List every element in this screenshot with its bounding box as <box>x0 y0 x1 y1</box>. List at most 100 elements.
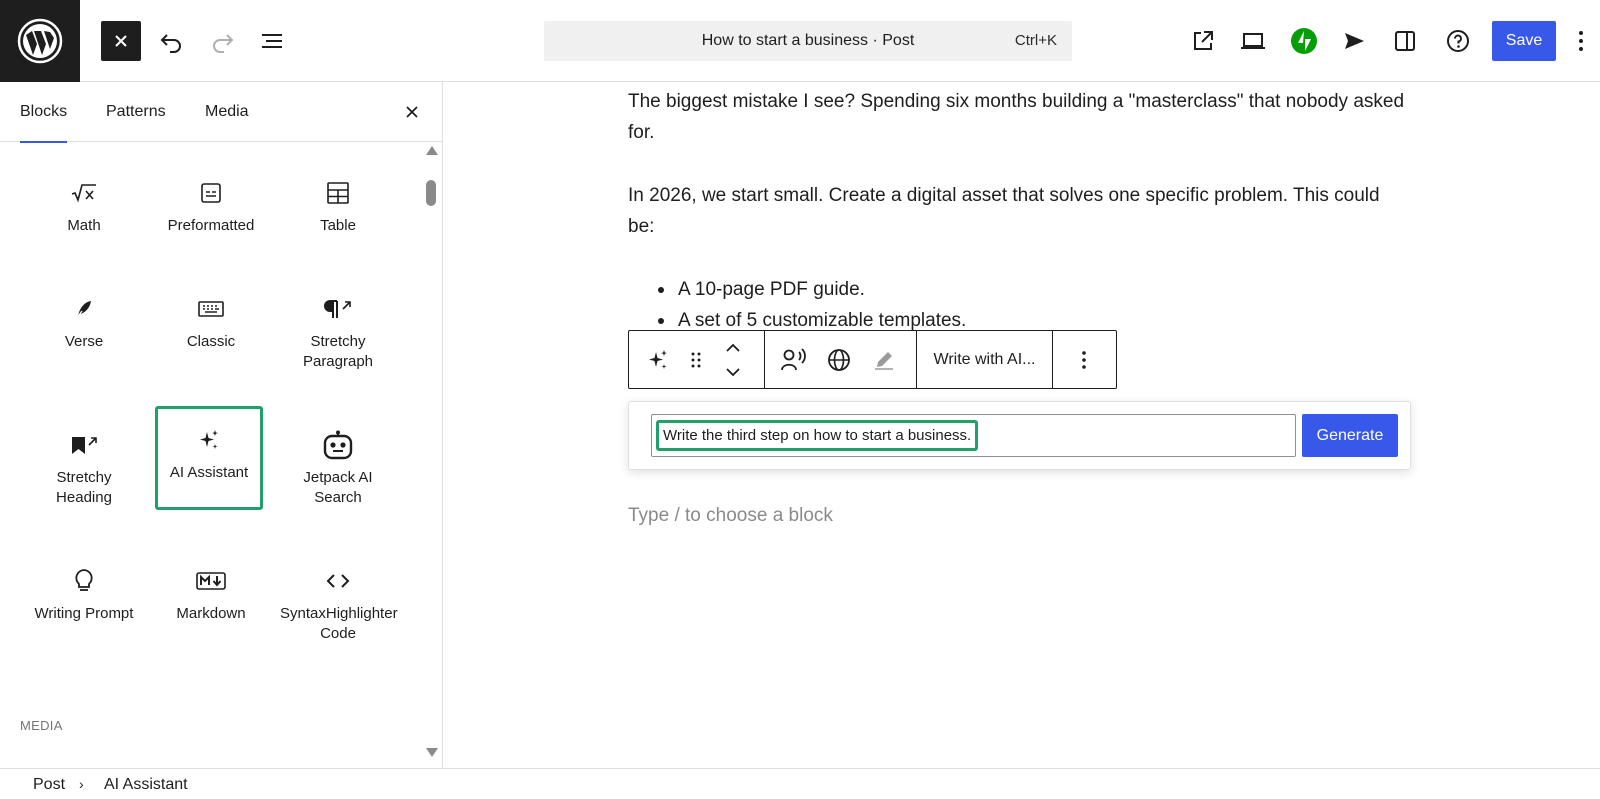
text-to-speech-button[interactable] <box>779 345 809 375</box>
paragraph-icon <box>284 294 392 324</box>
drag-handle[interactable] <box>681 345 711 375</box>
edit-button[interactable] <box>869 345 899 375</box>
close-icon <box>406 106 418 118</box>
block-classic[interactable]: Classic <box>157 274 265 384</box>
block-options-button[interactable] <box>1069 345 1099 375</box>
redo-button[interactable] <box>202 21 242 61</box>
keyboard-icon <box>157 294 265 324</box>
jetpack-button[interactable] <box>1284 21 1324 61</box>
help-button[interactable] <box>1438 21 1478 61</box>
send-icon <box>1345 33 1364 49</box>
block-label: Preformatted <box>167 217 255 234</box>
block-label: Verse <box>64 333 104 350</box>
block-jetpack-ai-search[interactable]: Jetpack AI Search <box>284 410 392 520</box>
block-label: Classic <box>186 333 236 350</box>
close-panel-button[interactable] <box>398 98 426 126</box>
inserter-scrollbar[interactable] <box>423 142 439 768</box>
block-stretchy-paragraph[interactable]: Stretchy Paragraph <box>284 274 392 384</box>
undo-button[interactable] <box>152 21 192 61</box>
ai-prompt-field[interactable]: Write the third step on how to start a b… <box>651 414 1296 457</box>
publish-social-button[interactable] <box>1334 21 1374 61</box>
speaker-person-icon <box>781 348 806 371</box>
toolbar-group-options <box>1053 331 1116 388</box>
drag-handle-icon <box>691 352 701 368</box>
block-label: Jetpack AI Search <box>303 469 373 506</box>
list-view-icon <box>262 34 282 48</box>
move-block-buttons[interactable] <box>718 339 748 381</box>
block-label: AI Assistant <box>169 464 249 481</box>
preview-button[interactable] <box>1233 21 1273 61</box>
paragraph-block[interactable]: In 2026, we start small. Create a digita… <box>628 180 1408 242</box>
block-inserter-panel: Blocks Patterns Media Math Preformatted … <box>0 82 443 768</box>
scrollbar-thumb[interactable] <box>426 180 436 206</box>
undo-icon <box>160 34 181 53</box>
help-icon <box>1447 30 1469 52</box>
command-shortcut: Ctrl+K <box>1014 32 1057 49</box>
block-verse[interactable]: Verse <box>30 274 138 384</box>
redo-icon <box>213 34 234 53</box>
document-overview-button[interactable] <box>252 21 292 61</box>
settings-sidebar-button[interactable] <box>1385 21 1425 61</box>
generate-button[interactable]: Generate <box>1302 414 1398 457</box>
verse-icon <box>30 294 138 324</box>
block-label: SyntaxHighlighter Code <box>280 605 398 642</box>
block-ai-assistant[interactable]: AI Assistant <box>155 406 263 510</box>
wordpress-icon <box>17 18 63 64</box>
editor-header: How to start a business · Post Ctrl+K Sa… <box>0 0 1600 82</box>
jetpack-icon <box>1291 28 1317 54</box>
code-icon <box>284 566 392 596</box>
sparkles-icon <box>649 350 667 369</box>
ai-assistant-block-button[interactable] <box>643 345 673 375</box>
block-writing-prompt[interactable]: Writing Prompt <box>30 546 138 656</box>
tab-media[interactable]: Media <box>205 82 249 142</box>
list-item[interactable]: A 10-page PDF guide. <box>658 274 1408 305</box>
block-syntaxhighlighter-code[interactable]: SyntaxHighlighter Code <box>280 546 398 656</box>
block-label: Math <box>67 217 101 234</box>
block-label: Markdown <box>176 605 246 622</box>
desktop-icon <box>1241 33 1265 49</box>
block-appender-placeholder[interactable]: Type / to choose a block <box>628 500 833 531</box>
save-button[interactable]: Save <box>1492 21 1556 61</box>
table-icon <box>284 178 392 208</box>
close-icon <box>115 35 127 47</box>
close-inserter-button[interactable] <box>101 21 141 61</box>
editor-canvas: The biggest mistake I see? Spending six … <box>444 82 1600 768</box>
view-post-button[interactable] <box>1183 21 1223 61</box>
block-label: Stretchy Paragraph <box>302 333 374 370</box>
scroll-down-arrow-icon[interactable] <box>426 748 438 757</box>
math-icon <box>30 178 138 208</box>
write-with-ai-dropdown[interactable]: Write with AI... <box>917 331 1053 388</box>
breadcrumb-ai-assistant[interactable]: AI Assistant <box>104 769 188 799</box>
tab-blocks[interactable]: Blocks <box>20 82 68 143</box>
block-label: Writing Prompt <box>34 605 134 622</box>
options-menu-button[interactable] <box>1566 21 1596 61</box>
list-block[interactable]: A 10-page PDF guide. A set of 5 customiz… <box>658 274 1408 336</box>
block-label: Stretchy Heading <box>56 469 112 506</box>
block-table[interactable]: Table <box>284 158 392 268</box>
tab-patterns[interactable]: Patterns <box>106 82 166 142</box>
block-markdown[interactable]: Markdown <box>157 546 265 656</box>
pencil-icon <box>875 352 893 370</box>
document-title: How to start a business · Post <box>701 32 915 49</box>
block-math[interactable]: Math <box>30 158 138 268</box>
scroll-up-arrow-icon[interactable] <box>426 146 438 155</box>
sidebar-icon <box>1395 31 1415 51</box>
globe-icon <box>828 349 850 371</box>
toolbar-group-tools <box>765 331 917 388</box>
translate-button[interactable] <box>824 345 854 375</box>
block-preformatted[interactable]: Preformatted <box>157 158 265 268</box>
block-toolbar: Write with AI... <box>628 330 1117 389</box>
sparkles-icon <box>158 425 260 455</box>
block-label: Table <box>320 217 356 234</box>
breadcrumb-post[interactable]: Post <box>33 769 65 799</box>
inserter-tabs: Blocks Patterns Media <box>0 82 443 143</box>
block-stretchy-heading[interactable]: Stretchy Heading <box>30 410 138 520</box>
more-vertical-icon <box>1579 31 1583 51</box>
external-link-icon <box>1194 31 1213 50</box>
ai-prompt-input[interactable]: Write the third step on how to start a b… <box>656 420 979 451</box>
more-vertical-icon <box>1082 351 1086 369</box>
wordpress-logo-button[interactable] <box>0 0 80 82</box>
paragraph-block[interactable]: The biggest mistake I see? Spending six … <box>628 86 1408 148</box>
command-palette-bar[interactable]: How to start a business · Post Ctrl+K <box>544 21 1072 61</box>
write-with-ai-label: Write with AI... <box>933 351 1036 368</box>
